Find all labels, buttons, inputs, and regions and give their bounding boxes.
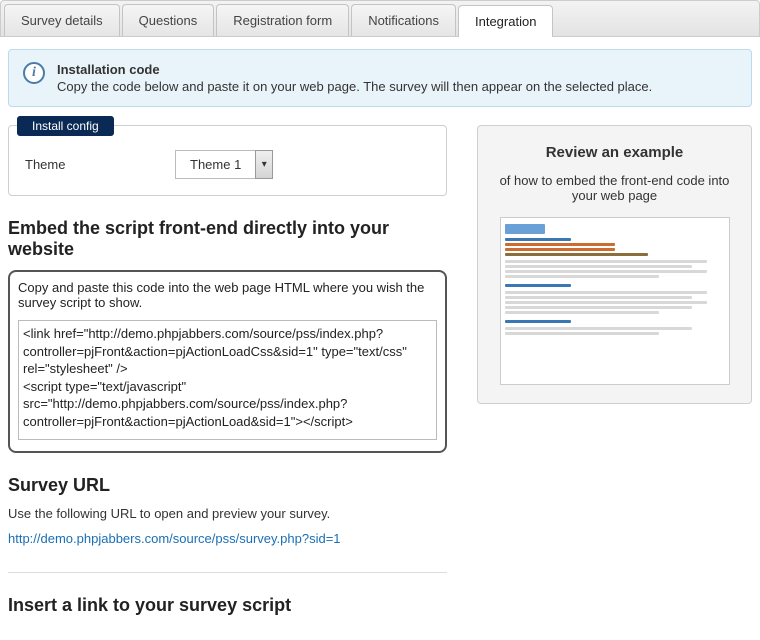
embed-heading: Embed the script front-end directly into… <box>8 218 447 260</box>
insert-link-heading: Insert a link to your survey script <box>8 595 447 616</box>
info-body: Installation code Copy the code below an… <box>57 62 652 94</box>
theme-label: Theme <box>25 157 155 172</box>
example-panel: Review an example of how to embed the fr… <box>477 125 752 404</box>
info-box: i Installation code Copy the code below … <box>8 49 752 107</box>
divider <box>8 572 447 573</box>
embed-description: Copy and paste this code into the web pa… <box>18 280 437 310</box>
chevron-down-icon: ▾ <box>255 150 273 179</box>
tab-registration-form[interactable]: Registration form <box>216 4 349 36</box>
tab-survey-details[interactable]: Survey details <box>4 4 120 36</box>
info-icon: i <box>23 62 45 84</box>
info-title: Installation code <box>57 62 652 77</box>
theme-select[interactable]: Theme 1 ▾ <box>175 150 273 179</box>
survey-url-heading: Survey URL <box>8 475 447 496</box>
example-thumbnail[interactable] <box>500 217 730 385</box>
survey-url-link[interactable]: http://demo.phpjabbers.com/source/pss/su… <box>8 531 341 546</box>
tab-integration[interactable]: Integration <box>458 5 553 37</box>
info-text: Copy the code below and paste it on your… <box>57 79 652 94</box>
tab-notifications[interactable]: Notifications <box>351 4 456 36</box>
example-subtitle: of how to embed the front-end code into … <box>492 173 737 203</box>
example-title: Review an example <box>492 144 737 161</box>
survey-url-text: Use the following URL to open and previe… <box>8 506 447 521</box>
install-config-legend: Install config <box>17 116 114 136</box>
install-config-panel: Install config Theme Theme 1 ▾ <box>8 125 447 196</box>
tab-bar: Survey details Questions Registration fo… <box>0 0 760 37</box>
tab-content: i Installation code Copy the code below … <box>0 37 760 634</box>
theme-select-value: Theme 1 <box>175 150 255 179</box>
embed-code-textarea[interactable] <box>18 320 437 440</box>
tab-questions[interactable]: Questions <box>122 4 215 36</box>
embed-box: Copy and paste this code into the web pa… <box>8 270 447 453</box>
